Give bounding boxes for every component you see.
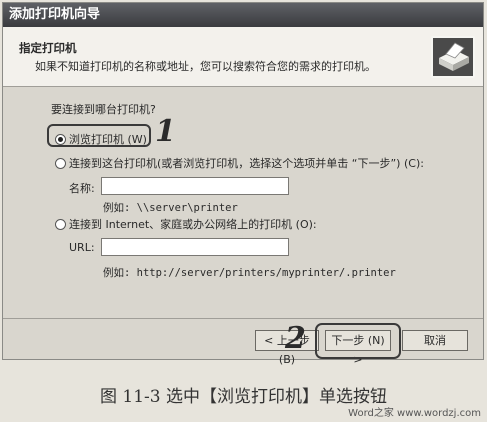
internet-printer-radio[interactable]: 连接到 Internet、家庭或办公网络上的打印机 (O): bbox=[55, 216, 317, 232]
wizard-body: 要连接到哪台打印机? 浏览打印机 (W) 1 连接到这台打印机(或者浏览打印机，… bbox=[3, 88, 483, 318]
footer-divider bbox=[3, 318, 483, 319]
annotation-box-2 bbox=[315, 323, 401, 359]
window-title: 添加打印机向导 bbox=[3, 3, 483, 27]
radio-button[interactable] bbox=[55, 157, 66, 169]
url-label: URL: bbox=[69, 241, 95, 254]
header-title: 指定打印机 bbox=[19, 41, 77, 55]
header-subtitle: 如果不知道打印机的名称或地址，您可以搜索符合您的需求的打印机。 bbox=[35, 60, 376, 73]
add-printer-wizard: 添加打印机向导 指定打印机 如果不知道打印机的名称或地址，您可以搜索符合您的需求… bbox=[2, 2, 484, 366]
name-label: 名称: bbox=[69, 182, 95, 195]
cancel-button[interactable]: 取消 bbox=[402, 330, 468, 351]
wizard-header: 指定打印机 如果不知道打印机的名称或地址，您可以搜索符合您的需求的打印机。 bbox=[3, 27, 483, 87]
watermark: Word之家 www.wordzj.com bbox=[348, 408, 481, 419]
printer-icon bbox=[431, 36, 475, 78]
url-example: 例如: http://server/printers/myprinter/.pr… bbox=[103, 267, 396, 279]
annotation-marker-2: 2 bbox=[285, 321, 306, 356]
connect-printer-label: 连接到这台打印机(或者浏览打印机，选择这个选项并单击 “下一步”) (C): bbox=[69, 157, 424, 170]
annotation-box-1 bbox=[47, 124, 151, 147]
url-input[interactable] bbox=[101, 238, 289, 256]
name-example: 例如: \\server\printer bbox=[103, 202, 238, 214]
annotation-marker-1: 1 bbox=[155, 114, 176, 149]
question-label: 要连接到哪台打印机? bbox=[51, 103, 156, 116]
name-input[interactable] bbox=[101, 177, 289, 195]
internet-printer-label: 连接到 Internet、家庭或办公网络上的打印机 (O): bbox=[69, 218, 317, 231]
connect-printer-radio[interactable]: 连接到这台打印机(或者浏览打印机，选择这个选项并单击 “下一步”) (C): bbox=[55, 155, 424, 171]
radio-button[interactable] bbox=[55, 218, 66, 230]
